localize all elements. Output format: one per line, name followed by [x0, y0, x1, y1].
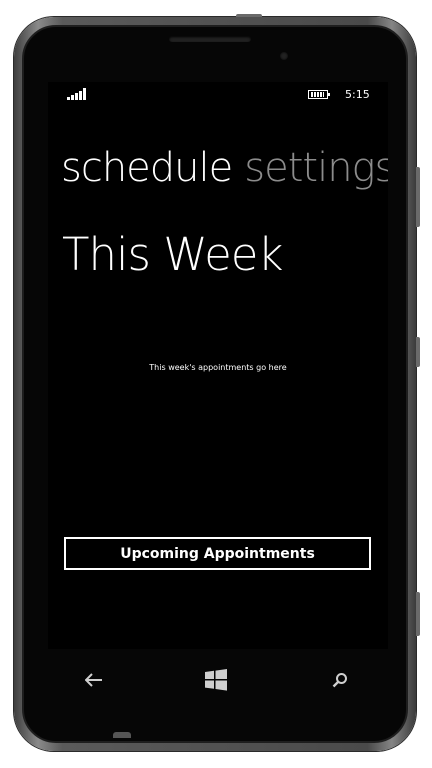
windows-logo-icon [205, 669, 227, 691]
phone-screen: 5:15 schedule settings This Week This wee… [48, 82, 388, 649]
status-clock: 5:15 [345, 88, 370, 101]
pivot-tab-settings[interactable]: settings [244, 145, 388, 191]
top-button [236, 14, 262, 17]
page-title: This Week [62, 228, 284, 281]
search-button[interactable] [326, 666, 354, 694]
usb-port [113, 732, 131, 738]
battery-icon [308, 90, 330, 99]
appointments-placeholder: This week's appointments go here [149, 363, 287, 372]
start-button[interactable] [202, 666, 230, 694]
stage: 5:15 schedule settings This Week This wee… [0, 0, 432, 768]
earpiece-speaker [169, 36, 251, 42]
navigation-bar [48, 652, 388, 708]
back-arrow-icon [85, 673, 102, 687]
camera-button [416, 592, 420, 636]
back-button[interactable] [80, 666, 108, 694]
search-icon [332, 673, 347, 688]
signal-icon [67, 88, 86, 100]
upcoming-appointments-button[interactable]: Upcoming Appointments [64, 537, 371, 570]
status-bar: 5:15 [48, 82, 388, 108]
pivot-tab-schedule[interactable]: schedule [61, 145, 233, 191]
pivot-headers: schedule settings [61, 144, 388, 192]
front-camera [280, 52, 288, 60]
upcoming-appointments-label: Upcoming Appointments [120, 545, 315, 562]
power-button [416, 337, 420, 367]
volume-button [416, 167, 420, 227]
